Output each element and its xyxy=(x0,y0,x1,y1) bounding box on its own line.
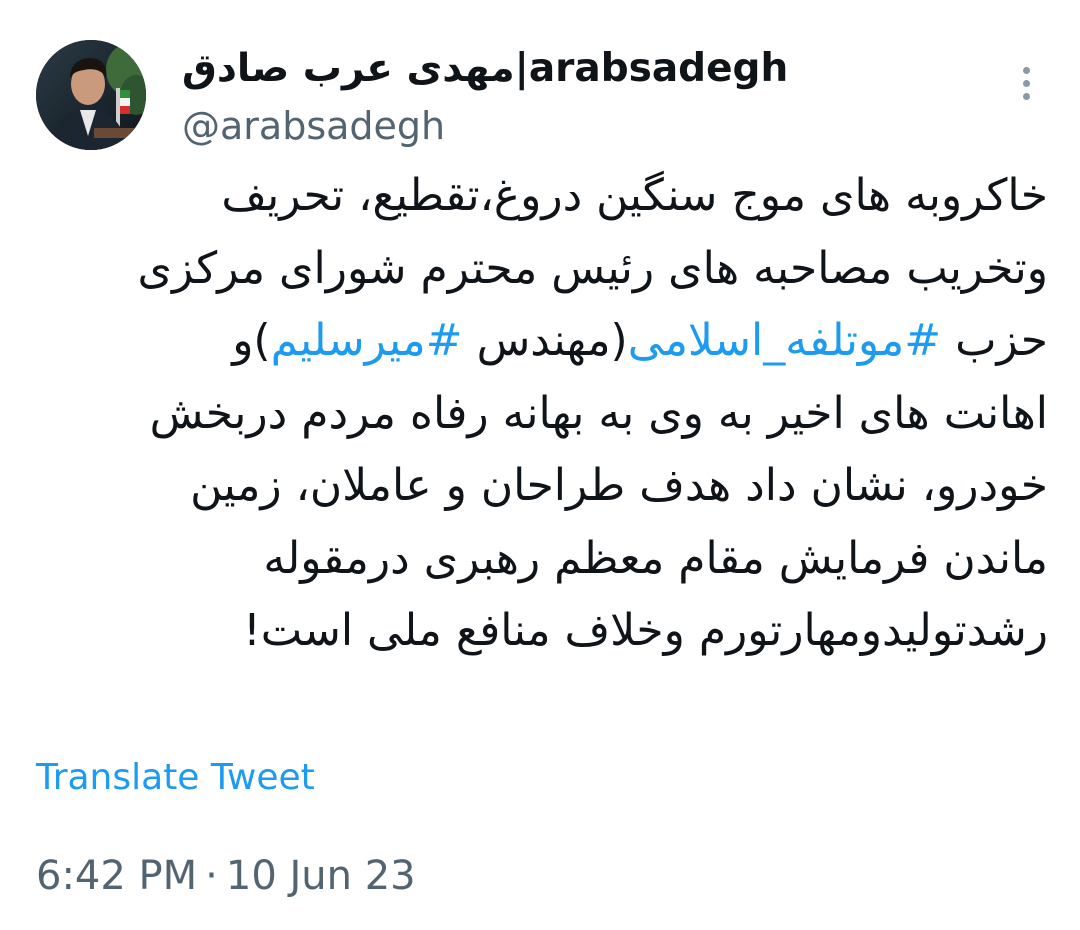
tweet-text-line: اهانت های اخیر به وی به بهانه رفاه مردم … xyxy=(149,387,1048,439)
tweet-text: خاکروبه های موج سنگین دروغ،تقطیع، تحریف … xyxy=(36,160,1048,668)
author-names: مهدی عرب صادق|arabsadegh @arabsadegh xyxy=(182,44,942,150)
tweet-text-segment: حزب xyxy=(941,315,1048,366)
tweet-date[interactable]: 10 Jun 23 xyxy=(226,853,416,899)
more-vertical-icon-dot xyxy=(1022,92,1030,100)
tweet-text-segment: )و xyxy=(232,315,271,366)
tweet-text-line: خاکروبه های موج سنگین دروغ،تقطیع، تحریف xyxy=(221,170,1048,221)
profile-photo xyxy=(36,40,146,150)
tweet-text-line: حزب #موتلفه_اسلامی(مهندس #میرسلیم)و xyxy=(36,305,1048,378)
tweet-text-line: وتخریب مصاحبه های رئیس محترم شورای مرکزی xyxy=(137,242,1048,294)
hashtag-link[interactable]: #موتلفه_اسلامی xyxy=(628,315,941,366)
translate-tweet-link[interactable]: Translate Tweet xyxy=(36,752,315,804)
display-name[interactable]: مهدی عرب صادق|arabsadegh xyxy=(182,44,942,94)
tweet-text-line: رشدتولیدومهارتورم وخلاف منافع ملی است! xyxy=(243,605,1048,656)
hashtag-link[interactable]: #میرسلیم xyxy=(271,315,463,366)
more-vertical-icon xyxy=(1022,66,1030,74)
tweet-text-line: ماندن فرمایش مقام معظم رهبری درمقوله xyxy=(263,532,1048,584)
tweet-text-segment: (مهندس xyxy=(462,315,628,366)
avatar[interactable] xyxy=(36,40,146,150)
tweet-header: مهدی عرب صادق|arabsadegh @arabsadegh xyxy=(36,40,1044,152)
tweet-text-line: خودرو، نشان داد هدف طراحان و عاملان، زمی… xyxy=(190,460,1048,511)
tweet-time[interactable]: 6:42 PM xyxy=(36,853,197,899)
more-vertical-icon-dot xyxy=(1022,79,1030,87)
tweet-card: مهدی عرب صادق|arabsadegh @arabsadegh خاک… xyxy=(0,0,1080,930)
separator-dot: · xyxy=(205,853,218,899)
user-handle[interactable]: @arabsadegh xyxy=(182,102,942,150)
more-options-button[interactable] xyxy=(1008,58,1044,108)
tweet-timestamp: 6:42 PM · 10 Jun 23 xyxy=(36,848,416,904)
